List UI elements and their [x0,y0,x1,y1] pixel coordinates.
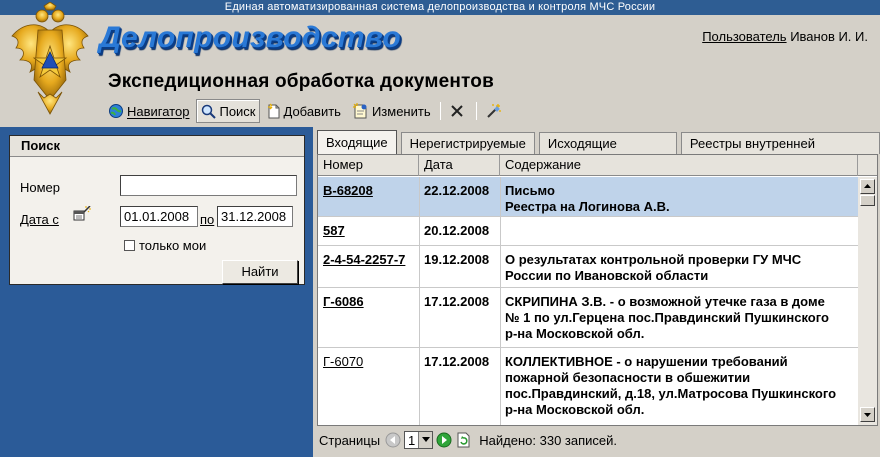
doc-number-link[interactable]: Г-6070 [323,348,418,370]
doc-number-link[interactable]: В-68208 [323,177,418,199]
add-button[interactable]: Добавить [264,99,344,123]
doc-number-link[interactable]: 2-4-54-2257-7 [323,246,418,268]
column-divider [419,177,420,425]
doc-date: 17.12.2008 [424,294,490,309]
table-row[interactable]: В-68208 22.12.2008 Письмо Реестра на Логи… [318,177,858,217]
doc-content [505,217,845,223]
table-row[interactable]: Г-6086 17.12.2008 СКРИПИНА З.В. - о возм… [318,288,858,348]
doc-date: 22.12.2008 [424,183,490,198]
tab-outgoing-registers[interactable]: Исходящие реестры [538,132,677,172]
number-input[interactable] [120,175,297,196]
refresh-icon[interactable] [457,432,471,448]
app-title: Делопроизводство [99,21,402,54]
add-label: Добавить [283,103,341,119]
table-row[interactable]: 587 20.12.2008 [318,217,858,246]
date-to-input[interactable] [217,206,293,227]
only-mine-checkbox[interactable] [124,240,135,251]
search-button[interactable]: Поиск [196,99,260,123]
toolbar-separator [439,102,441,120]
page-select[interactable]: 1 [404,431,434,449]
edit-button[interactable]: Изменить [350,99,434,123]
toolbar: Навигатор Поиск Добавить Изменить [105,99,508,123]
search-icon [202,104,217,119]
clear-button[interactable] [483,99,508,123]
emergency-ministry-emblem-icon [11,2,89,115]
number-label: Номер [20,180,61,195]
current-page: 1 [408,432,416,448]
table-header: Номер Дата Содержание [318,155,877,176]
doc-date: 20.12.2008 [424,223,490,238]
navigator-label: Навигатор [127,103,190,119]
date-from-input[interactable] [120,206,198,227]
table-row[interactable]: 2-4-54-2257-7 19.12.2008 О результатах к… [318,246,858,288]
arrow-down-icon [864,413,871,417]
scroll-thumb[interactable] [860,195,875,206]
date-from-link[interactable]: Дата с [20,212,59,227]
find-button[interactable]: Найти [222,260,298,284]
only-mine-label: только мои [139,238,207,253]
doc-content: О результатах контрольной проверки ГУ МЧ… [505,252,802,283]
column-number[interactable]: Номер [318,155,419,176]
scroll-down-button[interactable] [860,407,875,422]
results-panel: Входящие Нерегистрируемые Исходящие реес… [313,127,880,457]
column-date[interactable]: Дата [419,155,500,176]
toolbar-separator [475,102,477,120]
page-title: Экспедиционная обработка документов [108,71,494,92]
doc-content: Письмо Реестра на Логинова А.В. [505,183,670,214]
table-body: В-68208 22.12.2008 Письмо Реестра на Логи… [318,177,858,425]
user-link[interactable]: Пользователь [702,29,786,44]
tab-incoming[interactable]: Входящие [317,130,397,154]
column-divider [500,177,501,425]
new-document-icon [267,103,279,119]
doc-content: СКРИПИНА З.В. - о возможной утечке газа … [505,294,829,341]
system-banner: Единая автоматизированная система делопр… [0,0,880,15]
date-to-link[interactable]: по [200,212,214,227]
globe-icon [109,104,123,118]
tab-internal-registers[interactable]: Реестры внутренней рассылки [680,132,880,172]
table-scrollbar[interactable] [858,177,877,425]
arrow-up-icon [864,184,871,188]
scroll-up-button[interactable] [860,179,875,194]
doc-date: 19.12.2008 [424,252,490,267]
doc-number-link[interactable]: 587 [323,217,418,239]
tab-bar: Входящие Нерегистрируемые Исходящие реес… [313,130,880,172]
tab-unregistered[interactable]: Нерегистрируемые [400,132,535,154]
magic-wand-icon [486,104,501,118]
pager: Страницы 1 Найдено: 330 записей. [319,430,617,450]
search-form-title: Поиск [10,136,304,157]
documents-table: Номер Дата Содержание В-68208 22.12.2008… [317,154,878,426]
table-row[interactable]: Г-6070 17.12.2008 КОЛЛЕКТИВНОЕ - о наруш… [318,348,858,425]
edit-document-icon [352,103,367,119]
found-count: Найдено: 330 записей. [479,432,618,448]
doc-date: 17.12.2008 [424,354,490,369]
doc-number-link[interactable]: Г-6086 [323,288,418,310]
chevron-down-icon [421,437,430,442]
navigator-button[interactable]: Навигатор [105,99,192,123]
prev-page-icon[interactable] [385,432,401,448]
calendar-picker-icon[interactable] [73,206,91,222]
edit-label: Изменить [371,103,431,119]
column-content[interactable]: Содержание [500,155,858,176]
search-form: Поиск Номер Дата с по только мои Найти [9,135,305,285]
page-dropdown-button[interactable] [418,432,433,448]
left-panel: Поиск Номер Дата с по только мои Найти [0,127,313,457]
user-name: Иванов И. И. [790,29,868,44]
pages-label: Страницы [319,432,381,448]
search-label: Поиск [219,103,256,119]
doc-content: КОЛЛЕКТИВНОЕ - о нарушении требований пож… [505,354,837,417]
next-page-icon[interactable] [436,432,452,448]
delete-button[interactable] [447,99,470,123]
user-area: Пользователь Иванов И. И. [702,29,868,44]
close-icon [450,105,463,117]
